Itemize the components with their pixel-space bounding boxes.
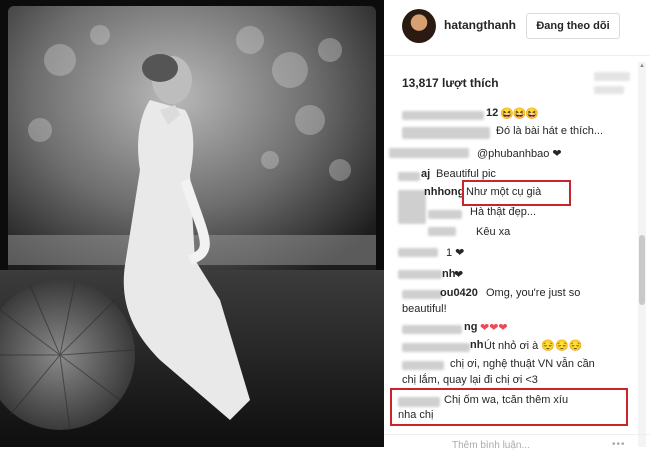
blurred-username [402, 325, 462, 334]
comment-text: Út nhỏ ơi à 😔😔😔 [484, 340, 583, 352]
comment-text: 1 ❤ [446, 247, 465, 259]
blurred-username [398, 270, 442, 279]
blurred-username [402, 127, 490, 139]
blurred-avatar [398, 190, 426, 224]
blurred-username [398, 397, 440, 407]
blurred-username [428, 227, 456, 236]
post-sidebar: hatangthanh Đang theo dõi 13,817 lượt th… [384, 0, 650, 451]
comment-username[interactable]: nhhong [424, 186, 464, 198]
following-button[interactable]: Đang theo dõi [526, 13, 620, 39]
comment-username[interactable]: aj [421, 168, 430, 180]
scrollbar-thumb[interactable] [639, 235, 645, 305]
comment-text: Chị ốm wa, tcăn thêm xíu [444, 394, 569, 406]
blurred-text [594, 86, 624, 94]
comment-text: ❤❤❤ [480, 322, 508, 334]
blurred-username [402, 343, 470, 352]
comment-username[interactable]: ng [464, 321, 477, 333]
blurred-username [398, 172, 420, 181]
comment-text: ❤ [454, 269, 464, 281]
comment-text: @phubanhbao ❤ [477, 148, 562, 160]
comment-text: Omg, you're just so [486, 287, 581, 299]
post-header: hatangthanh Đang theo dõi [384, 0, 650, 56]
blurred-username [402, 290, 442, 299]
blurred-text [594, 72, 630, 81]
comment-text: beautiful! [402, 303, 447, 315]
comment-username[interactable]: nh [470, 339, 483, 351]
blurred-username [402, 361, 444, 370]
comment-text: Như một cụ già [466, 186, 542, 198]
comment-text: chị lắm, quay lại đi chị ơi <3 [402, 374, 538, 386]
blurred-username [398, 248, 438, 257]
add-comment-input[interactable]: Thêm bình luận... [452, 440, 530, 451]
photo-image [0, 0, 384, 447]
more-options-icon[interactable]: ••• [612, 439, 626, 450]
comment-text: Kêu xa [476, 226, 511, 238]
blurred-username [428, 210, 462, 219]
comment-username[interactable]: ou0420 [440, 287, 478, 299]
blurred-username [402, 111, 484, 120]
post-username[interactable]: hatangthanh [444, 18, 516, 32]
comment-text: Beautiful pic [436, 168, 496, 180]
post-photo[interactable] [0, 0, 384, 447]
comment-text: nha chị [398, 409, 434, 421]
scroll-up-icon[interactable]: ▲ [638, 62, 646, 70]
comment-text: Hà thật đẹp... [470, 206, 537, 218]
avatar[interactable] [402, 9, 436, 43]
likes-count[interactable]: 13,817 lượt thích [402, 76, 499, 90]
comment-username[interactable]: 12 [486, 107, 498, 119]
blurred-username [389, 148, 469, 158]
comment-text: 😆😆😆 [500, 108, 539, 120]
comment-text: chị ơi, nghệ thuật VN vẫn cần [450, 358, 595, 370]
comment-text: Đó là bài hát e thích... [496, 125, 604, 137]
